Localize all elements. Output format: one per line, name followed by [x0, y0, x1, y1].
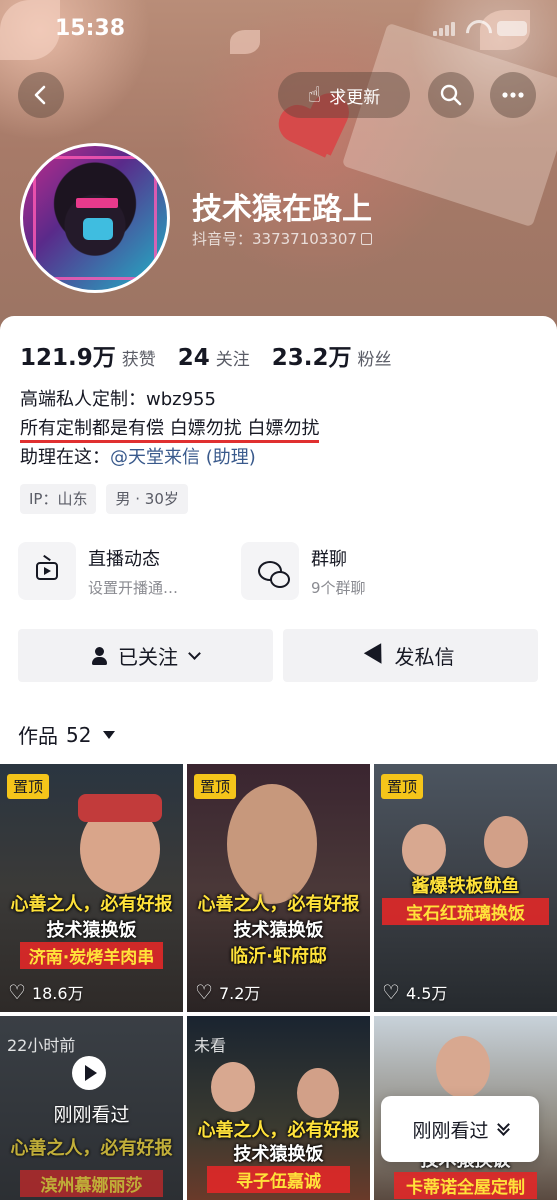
following-button[interactable]: 已关注 [18, 629, 273, 682]
video-caption-1: 心善之人，必有好报 [10, 894, 173, 915]
battery-icon [497, 20, 527, 36]
just-watched-label: 刚刚看过 [53, 1104, 130, 1126]
chat-bubbles-icon [258, 561, 290, 588]
followers-label[interactable]: 粉丝 [358, 345, 392, 370]
works-count: 52 [66, 722, 92, 747]
profile-tags: IP：山东 男 · 30岁 [20, 484, 188, 514]
request-update-label: 求更新 [329, 87, 381, 108]
bio-line-2: 所有定制都是有偿 白嫖勿扰 白嫖勿扰 [20, 418, 320, 443]
video-caption-3: 济南·炭烤羊肉串 [20, 942, 163, 969]
caret-down-icon [103, 730, 116, 739]
copy-icon [360, 233, 372, 245]
following-label[interactable]: 关注 [216, 345, 250, 370]
nickname: 技术猿在路上 [192, 192, 372, 227]
status-time: 15:38 [55, 16, 126, 41]
send-message-label: 发私信 [394, 645, 455, 669]
signal-icon [433, 20, 455, 36]
video-caption-1: 心善之人，必有好报 [197, 1120, 360, 1141]
video-likes-count: 18.6万 [31, 984, 84, 1003]
bio-line-3-prefix: 助理在这： [20, 447, 110, 468]
search-button[interactable] [428, 72, 474, 118]
bio-line-1: 高端私人定制：wbz955 [20, 389, 216, 410]
douyin-id[interactable]: 抖音号：33737103307 [192, 228, 372, 249]
chevron-left-icon [34, 85, 46, 105]
status-bar: 15:38 [0, 0, 557, 62]
search-icon [440, 84, 462, 106]
send-message-button[interactable]: 发私信 [283, 629, 538, 682]
following-count[interactable]: 24 [178, 345, 210, 371]
heart-outline-icon: ♡ [8, 980, 26, 1004]
back-button[interactable] [18, 72, 64, 118]
douyin-id-text: 抖音号：33737103307 [192, 230, 357, 248]
group-chat-title: 群聊 [311, 548, 347, 570]
video-likes: ♡ 18.6万 [8, 980, 84, 1004]
video-likes-count: 4.5万 [405, 984, 448, 1003]
request-update-button[interactable]: ☝ 求更新 [278, 72, 410, 118]
pinned-badge: 置顶 [381, 774, 424, 799]
wifi-icon [465, 20, 487, 36]
pinned-badge: 置顶 [7, 774, 50, 799]
works-tab[interactable]: 作品 52 [18, 720, 116, 749]
video-likes-count: 7.2万 [218, 984, 261, 1003]
group-chat-entry[interactable]: 群聊 9个群聊 [241, 541, 366, 601]
video-caption-1: 心善之人，必有好报 [10, 1138, 173, 1159]
video-caption-3: 寻子伍嘉诚 [207, 1166, 350, 1193]
likes-count: 121.9万 [20, 345, 116, 371]
likes-label: 获赞 [121, 350, 156, 370]
video-tile[interactable]: 置顶 酱爆铁板鱿鱼 宝石红琉璃换饭 ♡ 4.5万 [374, 764, 557, 1012]
video-tile[interactable]: 置顶 心善之人，必有好报 技术猿换饭 临沂·虾府邸 ♡ 7.2万 [187, 764, 370, 1012]
video-caption-3: 临沂·虾府邸 [230, 946, 327, 967]
video-caption-2: 技术猿换饭 [233, 920, 324, 941]
works-label: 作品 [18, 724, 58, 748]
video-likes: ♡ 4.5万 [382, 980, 447, 1004]
video-time-label: 22小时前 [7, 1036, 76, 1055]
video-caption-2: 宝石红琉璃换饭 [382, 898, 549, 925]
video-tile[interactable]: 22小时前 心善之人，必有好报 滨州慕娜丽莎 刚刚看过 [0, 1016, 183, 1200]
video-caption-3: 卡蒂诺全屋定制 [394, 1172, 537, 1199]
just-watched-floating-button[interactable]: 刚刚看过 [381, 1096, 539, 1162]
video-tile[interactable]: 置顶 心善之人，必有好报 技术猿换饭 济南·炭烤羊肉串 ♡ 18.6万 [0, 764, 183, 1012]
followers-count[interactable]: 23.2万 [272, 338, 352, 372]
send-icon [363, 642, 390, 669]
play-icon [72, 1056, 106, 1090]
bio: 高端私人定制：wbz955 所有定制都是有偿 白嫖勿扰 白嫖勿扰 助理在这：@天… [20, 385, 320, 472]
avatar[interactable] [20, 143, 170, 293]
chevron-down-icon [188, 646, 201, 660]
live-feed-subtitle: 设置开播通… [88, 578, 179, 597]
group-chat-subtitle: 9个群聊 [311, 578, 366, 597]
heart-outline-icon: ♡ [382, 980, 400, 1004]
live-feed-entry[interactable]: 直播动态 设置开播通… [18, 541, 178, 601]
pointing-hand-icon: ☝ [307, 82, 322, 108]
video-caption-1: 酱爆铁板鱿鱼 [411, 876, 520, 897]
live-feed-title: 直播动态 [88, 548, 160, 570]
double-chevron-down-icon [496, 1118, 510, 1136]
video-tile[interactable]: 未看 心善之人，必有好报 技术猿换饭 寻子伍嘉诚 [187, 1016, 370, 1200]
video-caption-3: 滨州慕娜丽莎 [20, 1170, 163, 1197]
stats-row: 121.9万 获赞 24 关注 23.2万 粉丝 [20, 338, 414, 372]
tv-icon [36, 562, 58, 580]
gender-age-tag: 男 · 30岁 [106, 484, 188, 514]
pinned-badge: 置顶 [194, 774, 237, 799]
video-time-label: 未看 [194, 1036, 227, 1055]
video-caption-1: 心善之人，必有好报 [197, 894, 360, 915]
ip-tag: IP：山东 [20, 484, 97, 514]
video-caption-2: 技术猿换饭 [46, 920, 137, 941]
assistant-mention-link[interactable]: @天堂来信 (助理) [110, 447, 256, 468]
more-dots-icon [502, 92, 524, 98]
heart-outline-icon: ♡ [195, 980, 213, 1004]
video-caption-2: 技术猿换饭 [233, 1144, 324, 1165]
video-likes: ♡ 7.2万 [195, 980, 260, 1004]
more-button[interactable] [490, 72, 536, 118]
user-icon [92, 646, 110, 665]
just-watched-floating-label: 刚刚看过 [412, 1119, 489, 1142]
following-label: 已关注 [118, 645, 178, 669]
